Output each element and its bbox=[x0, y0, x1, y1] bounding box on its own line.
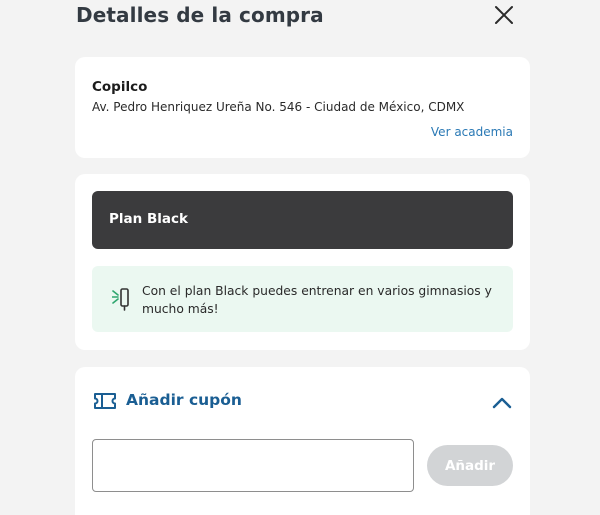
close-icon[interactable] bbox=[493, 4, 515, 26]
plan-info-text: Con el plan Black puedes entrenar en var… bbox=[142, 284, 492, 316]
apply-coupon-button[interactable]: Añadir bbox=[427, 445, 513, 486]
plan-card: Plan Black Con el plan Black puedes entr… bbox=[75, 174, 530, 350]
coupon-card: Añadir cupón Añadir bbox=[75, 367, 530, 515]
turnstile-access-icon bbox=[111, 287, 132, 311]
coupon-input[interactable] bbox=[92, 439, 414, 492]
chevron-up-icon[interactable] bbox=[492, 394, 512, 409]
gym-card: Copilco Av. Pedro Henriquez Ureña No. 54… bbox=[75, 57, 530, 158]
coupon-toggle[interactable]: Añadir cupón bbox=[92, 389, 513, 413]
plan-option[interactable]: Plan Black bbox=[92, 191, 513, 249]
gym-name: Copilco bbox=[92, 79, 148, 95]
page-title: Detalles de la compra bbox=[76, 3, 324, 27]
gym-address: Av. Pedro Henriquez Ureña No. 546 - Ciud… bbox=[92, 100, 465, 114]
plan-info-box: Con el plan Black puedes entrenar en var… bbox=[92, 266, 513, 332]
coupon-label: Añadir cupón bbox=[126, 391, 242, 409]
view-academy-link[interactable]: Ver academia bbox=[431, 125, 513, 139]
ticket-icon bbox=[93, 392, 117, 410]
modal-header: Detalles de la compra bbox=[75, 0, 530, 34]
plan-name: Plan Black bbox=[109, 211, 188, 227]
